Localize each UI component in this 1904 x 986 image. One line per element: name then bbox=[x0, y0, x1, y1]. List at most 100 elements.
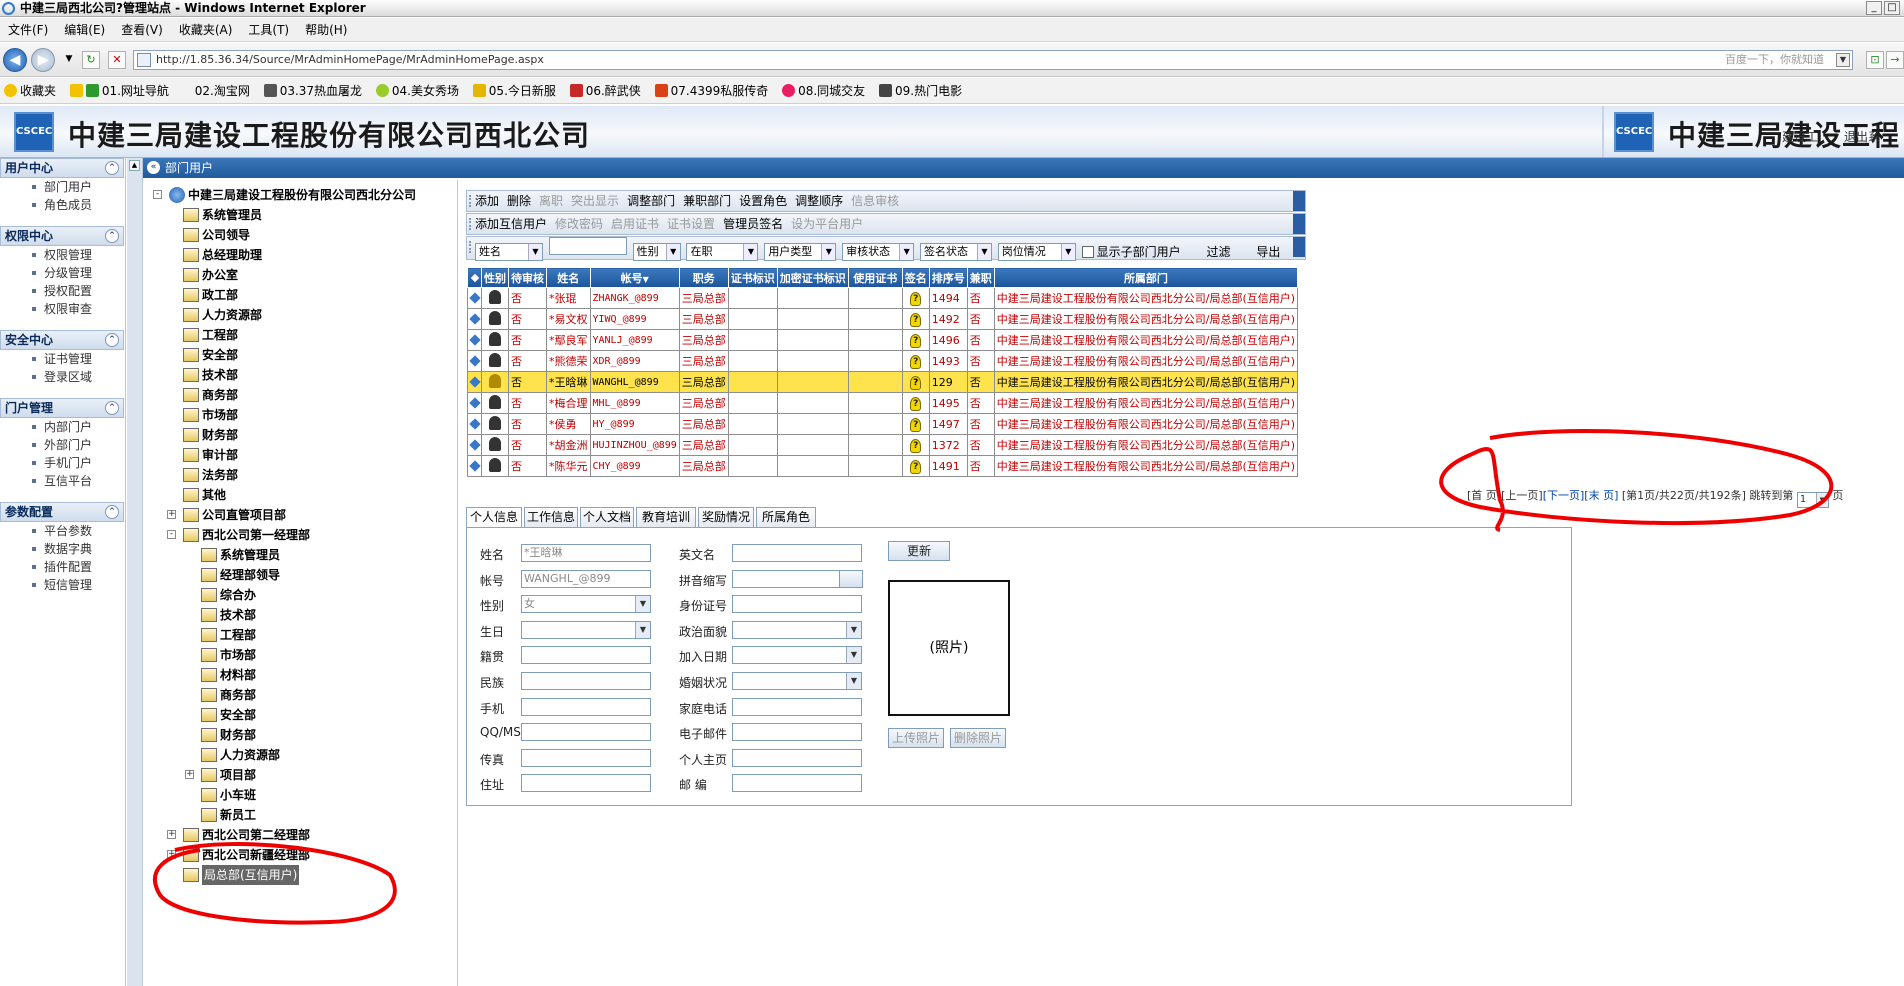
toolbar-button[interactable]: 信息审核 bbox=[851, 191, 899, 211]
toolbar-button[interactable]: 修改密码 bbox=[555, 214, 603, 234]
back-arrow-icon[interactable]: « bbox=[147, 161, 160, 174]
nav-section-header[interactable]: 安全中心 ⌃ bbox=[0, 330, 124, 350]
row-select[interactable] bbox=[467, 329, 482, 351]
nav-item[interactable]: 数据字典 bbox=[0, 540, 124, 558]
row-select[interactable] bbox=[467, 413, 482, 435]
form-input[interactable] bbox=[521, 697, 651, 716]
tree-node[interactable]: 办公室 bbox=[143, 265, 457, 285]
table-row[interactable]: 否 *王晗琳 WANGHL_@899 三局总部? 129 否中建三局建设工程股份有限公司西… bbox=[467, 371, 1299, 393]
sign-status-select[interactable]: 签名状态 ▼ bbox=[919, 243, 992, 261]
nav-item[interactable]: 权限审查 bbox=[0, 300, 124, 318]
delete-photo-button[interactable]: 删除照片 bbox=[950, 728, 1006, 748]
column-header[interactable]: 姓名 bbox=[546, 267, 591, 288]
table-row[interactable]: 否 *陈华元 CHY_@899 三局总部? 1491 否中建三局建设工程股份有限公司西北分… bbox=[467, 455, 1299, 477]
nav-section-header[interactable]: 权限中心 ⌃ bbox=[0, 226, 124, 246]
toolbar-button[interactable]: 添加互信用户 bbox=[475, 214, 547, 234]
tree-node[interactable]: 财务部 bbox=[143, 425, 457, 445]
tree-node[interactable]: 人力资源部 bbox=[143, 745, 457, 765]
expand-icon[interactable]: + bbox=[185, 770, 194, 779]
history-dropdown-icon[interactable]: ▼ bbox=[60, 51, 78, 69]
select-column-header[interactable] bbox=[467, 267, 482, 288]
pinyin-generate-button[interactable] bbox=[839, 569, 863, 588]
collapse-icon[interactable]: - bbox=[153, 190, 162, 199]
column-header[interactable]: 性别 bbox=[481, 267, 509, 288]
refresh-icon[interactable]: ↻ bbox=[82, 51, 100, 69]
tree-node[interactable]: + 西北公司第二经理部 bbox=[143, 825, 457, 845]
column-header[interactable]: 所属部门 bbox=[993, 267, 1299, 288]
menu-tools[interactable]: 工具(T) bbox=[240, 18, 297, 42]
collapse-up-icon[interactable]: ▲ bbox=[129, 160, 140, 171]
tree-node[interactable]: 商务部 bbox=[143, 685, 457, 705]
toolbar-button[interactable]: 设置角色 bbox=[739, 191, 787, 211]
form-input[interactable] bbox=[521, 672, 651, 690]
tree-node[interactable]: + 西北公司新疆经理部 bbox=[143, 845, 457, 865]
show-sub-checkbox[interactable] bbox=[1081, 246, 1094, 258]
form-input[interactable] bbox=[521, 774, 651, 793]
nav-item[interactable]: 互信平台 bbox=[0, 472, 124, 490]
menu-favorites[interactable]: 收藏夹(A) bbox=[171, 18, 241, 42]
row-select[interactable] bbox=[467, 371, 482, 393]
tree-node[interactable]: 工程部 bbox=[143, 325, 457, 345]
tab-2[interactable]: 个人文档 bbox=[580, 507, 634, 527]
nav-item[interactable]: 登录区域 bbox=[0, 368, 124, 386]
table-row[interactable]: 否 *熊德荣 XDR_@899 三局总部? 1493 否中建三局建设工程股份有限公司西北分… bbox=[467, 350, 1299, 372]
tree-node[interactable]: 系统管理员 bbox=[143, 205, 457, 225]
form-input[interactable] bbox=[732, 646, 862, 665]
tree-node[interactable]: 总经理助理 bbox=[143, 245, 457, 265]
collapse-icon[interactable]: ⌃ bbox=[105, 333, 119, 347]
expand-icon[interactable]: + bbox=[167, 850, 176, 859]
nav-section-header[interactable]: 门户管理 ⌃ bbox=[0, 398, 124, 418]
toolbar-button[interactable]: 调整部门 bbox=[627, 191, 675, 211]
favorite-link[interactable]: 04.美女秀场 bbox=[375, 78, 459, 103]
maximize-button[interactable]: □ bbox=[1884, 1, 1900, 15]
favorite-link[interactable]: 08.同城交友 bbox=[782, 78, 865, 103]
gender-select[interactable]: 性别 ▼ bbox=[632, 243, 681, 261]
nav-item[interactable]: 权限管理 bbox=[0, 246, 124, 264]
toolbar-button[interactable]: 证书设置 bbox=[667, 214, 715, 234]
tree-node[interactable]: 政工部 bbox=[143, 285, 457, 305]
favorite-link[interactable]: 03.37热血屠龙 bbox=[263, 78, 362, 103]
go-icon[interactable]: → bbox=[1886, 51, 1904, 69]
form-input[interactable] bbox=[521, 646, 651, 665]
row-select[interactable] bbox=[467, 350, 482, 372]
form-input[interactable] bbox=[732, 697, 862, 716]
tree-node[interactable]: 新员工 bbox=[143, 805, 457, 825]
toolbar-button[interactable]: 启用证书 bbox=[611, 214, 659, 234]
last-page-link[interactable]: [末 页] bbox=[1584, 489, 1618, 502]
upload-photo-button[interactable]: 上传照片 bbox=[888, 728, 944, 748]
form-input[interactable] bbox=[732, 672, 862, 690]
form-input[interactable]: *王晗琳 bbox=[521, 544, 651, 562]
tree-node[interactable]: 审计部 bbox=[143, 445, 457, 465]
form-input[interactable]: WANGHL_@899 bbox=[521, 569, 651, 588]
tab-4[interactable]: 奖励情况 bbox=[698, 507, 754, 527]
expand-icon[interactable]: + bbox=[167, 510, 176, 519]
page-select[interactable]: 1 ▼ bbox=[1796, 492, 1829, 508]
column-header[interactable]: 签名 bbox=[901, 267, 930, 288]
column-header[interactable]: 帐号▼ bbox=[589, 267, 680, 288]
tree-node[interactable]: 市场部 bbox=[143, 645, 457, 665]
tab-3[interactable]: 教育培训 bbox=[636, 507, 696, 527]
table-row[interactable]: 否 *梅合理 MHL_@899 三局总部? 1495 否中建三局建设工程股份有限公司西北分… bbox=[467, 392, 1299, 414]
toolbar-button[interactable]: 离职 bbox=[539, 191, 563, 211]
tree-node[interactable]: 安全部 bbox=[143, 705, 457, 725]
tree-node[interactable]: 综合办 bbox=[143, 585, 457, 605]
post-status-select[interactable]: 岗位情况 ▼ bbox=[997, 243, 1076, 261]
table-row[interactable]: 否 *鄢良军 YANLJ_@899 三局总部? 1496 否中建三局建设工程股份有限公司西… bbox=[467, 329, 1299, 351]
favorites-button[interactable]: 收藏夹 bbox=[4, 78, 56, 103]
toolbar-button[interactable]: 设为平台用户 bbox=[791, 214, 863, 234]
form-input[interactable] bbox=[732, 723, 862, 742]
table-row[interactable]: 否 *胡金洲 HUJINZHOU_@899 三局总部? 1372 否中建三局建设工程股份有… bbox=[467, 434, 1299, 456]
user-type-select[interactable]: 用户类型 ▼ bbox=[764, 243, 837, 261]
toolbar-button[interactable]: 删除 bbox=[507, 191, 531, 211]
toolbar-button[interactable]: 调整顺序 bbox=[795, 191, 843, 211]
tree-node[interactable]: 财务部 bbox=[143, 725, 457, 745]
tree-node[interactable]: 人力资源部 bbox=[143, 305, 457, 325]
tree-node[interactable]: - 中建三局建设工程股份有限公司西北分公司 bbox=[143, 185, 457, 205]
nav-item[interactable]: 外部门户 bbox=[0, 436, 124, 454]
forward-button[interactable]: ▶ bbox=[31, 48, 55, 72]
tree-node[interactable]: 技术部 bbox=[143, 605, 457, 625]
row-select[interactable] bbox=[467, 455, 482, 477]
form-input[interactable] bbox=[521, 748, 651, 767]
table-row[interactable]: 否 *侯勇 HY_@899 三局总部? 1497 否中建三局建设工程股份有限公司西北分公司… bbox=[467, 413, 1299, 435]
form-input[interactable] bbox=[521, 723, 651, 742]
